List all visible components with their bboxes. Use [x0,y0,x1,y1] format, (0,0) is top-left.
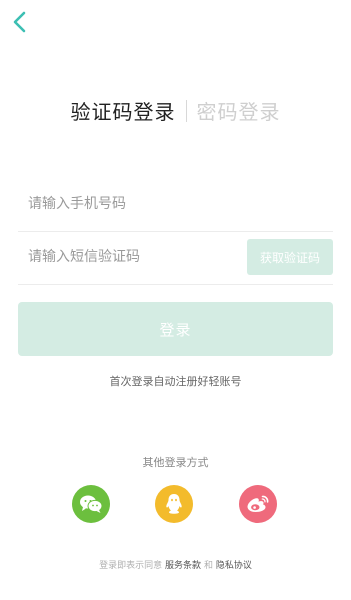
weibo-login-button[interactable] [239,485,277,523]
tab-divider [185,99,187,122]
back-button[interactable] [6,8,34,36]
qq-icon [166,494,182,514]
wechat-login-button[interactable] [72,485,110,523]
login-button[interactable]: 登录 [18,302,333,356]
login-page: 验证码登录 密码登录 获取验证码 登录 首次登录自动注册好轻账号 其他登录方式 [0,0,351,600]
sms-code-field: 获取验证码 [18,230,333,285]
privacy-policy-link[interactable]: 隐私协议 [216,561,252,571]
auto-register-hint: 首次登录自动注册好轻账号 [109,375,242,388]
qq-login-button[interactable] [155,485,193,523]
get-code-button[interactable]: 获取验证码 [247,239,333,275]
chevron-left-icon [13,11,26,33]
agreement-prefix: 登录即表示同意 [99,561,163,571]
agreement-text: 登录即表示同意 服务条款 和 隐私协议 [0,558,351,571]
phone-field [18,177,333,232]
login-tabs: 验证码登录 密码登录 [0,96,351,125]
tab-password-login[interactable]: 密码登录 [191,96,287,125]
terms-of-service-link[interactable]: 服务条款 [165,561,201,571]
agreement-and: 和 [203,561,213,571]
sms-code-input[interactable] [18,237,247,277]
wechat-icon [80,495,103,513]
phone-input[interactable] [18,184,333,224]
other-login-title: 其他登录方式 [142,456,209,469]
weibo-icon [247,495,269,512]
tab-sms-login[interactable]: 验证码登录 [65,96,182,125]
